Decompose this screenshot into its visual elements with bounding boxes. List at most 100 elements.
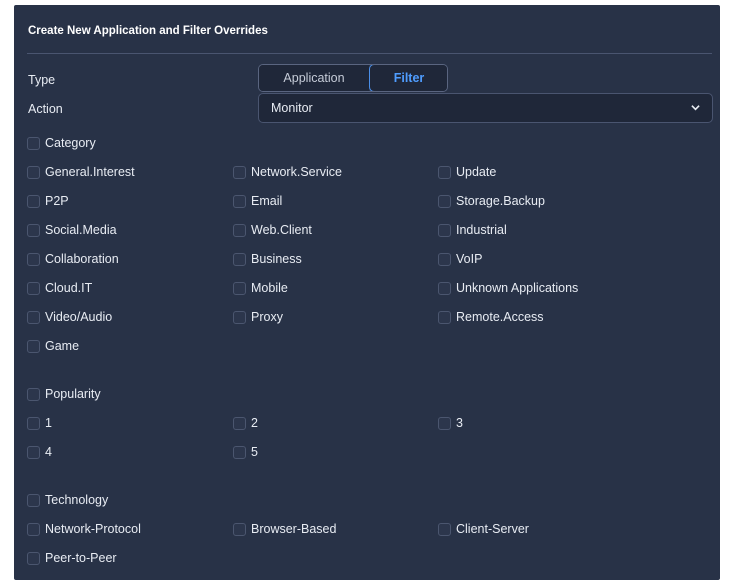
popularity-checkbox[interactable]: Popularity: [27, 387, 101, 401]
category-header-label: Category: [45, 136, 96, 150]
technology-item[interactable]: Peer-to-Peer: [27, 551, 117, 565]
type-option-filter[interactable]: Filter: [369, 65, 447, 91]
category-item-label: Collaboration: [45, 252, 119, 266]
category-item[interactable]: Unknown Applications: [438, 281, 578, 295]
popularity-item-label: 1: [45, 416, 52, 430]
checkbox-box: [438, 165, 451, 179]
technology-item-label: Peer-to-Peer: [45, 551, 117, 565]
technology-item-label: Network-Protocol: [45, 522, 141, 536]
category-item-label: Cloud.IT: [45, 281, 93, 295]
category-item-label: Remote.Access: [456, 310, 544, 324]
checkbox-box: [233, 522, 246, 536]
popularity-item-label: 5: [251, 445, 258, 459]
chevron-down-icon: [691, 105, 700, 111]
category-item-label: Network.Service: [251, 165, 342, 179]
checkbox-box: [438, 522, 451, 536]
category-item[interactable]: Mobile: [233, 281, 288, 295]
checkbox-box: [27, 223, 40, 237]
checkbox-box: [27, 493, 40, 507]
checkbox-box: [438, 223, 451, 237]
category-item[interactable]: Network.Service: [233, 165, 342, 179]
category-item-label: VoIP: [456, 252, 483, 266]
category-item-label: Unknown Applications: [456, 281, 579, 295]
category-item[interactable]: Update: [438, 165, 496, 179]
checkbox-box: [27, 522, 40, 536]
type-label: Type: [28, 73, 56, 87]
category-item-label: Mobile: [251, 281, 288, 295]
technology-item-label: Browser-Based: [251, 522, 337, 536]
category-item[interactable]: Game: [27, 339, 79, 353]
category-item[interactable]: Web.Client: [233, 223, 312, 237]
category-item-label: Web.Client: [251, 223, 312, 237]
popularity-item[interactable]: 5: [233, 445, 258, 459]
checkbox-box: [27, 194, 40, 208]
checkbox-box: [438, 310, 451, 324]
checkbox-box: [27, 165, 40, 179]
category-item-label: P2P: [45, 194, 69, 208]
technology-item[interactable]: Browser-Based: [233, 522, 336, 536]
category-item[interactable]: Cloud.IT: [27, 281, 92, 295]
checkbox-box: [27, 445, 40, 459]
action-label: Action: [28, 102, 63, 116]
category-item[interactable]: Email: [233, 194, 282, 208]
checkbox-box: [27, 281, 40, 295]
checkbox-box: [233, 194, 246, 208]
category-item-label: Game: [45, 339, 80, 353]
checkbox-box: [233, 165, 246, 179]
checkbox-box: [233, 281, 246, 295]
title-divider: [27, 53, 712, 54]
category-item[interactable]: Video/Audio: [27, 310, 112, 324]
category-item[interactable]: Business: [233, 252, 302, 266]
popularity-item[interactable]: 3: [438, 416, 463, 430]
popularity-item[interactable]: 2: [233, 416, 258, 430]
category-item-label: Proxy: [251, 310, 283, 324]
category-item[interactable]: Storage.Backup: [438, 194, 545, 208]
category-item[interactable]: Proxy: [233, 310, 283, 324]
technology-item[interactable]: Client-Server: [438, 522, 529, 536]
checkbox-box: [233, 310, 246, 324]
popularity-item[interactable]: 1: [27, 416, 52, 430]
action-select-value: Monitor: [271, 101, 313, 115]
popularity-item-label: 3: [456, 416, 463, 430]
category-item-label: Industrial: [456, 223, 507, 237]
checkbox-box: [438, 252, 451, 266]
category-item[interactable]: Collaboration: [27, 252, 119, 266]
technology-checkbox[interactable]: Technology: [27, 493, 108, 507]
category-item[interactable]: Remote.Access: [438, 310, 544, 324]
checkbox-box: [438, 194, 451, 208]
overrides-panel: Create New Application and Filter Overri…: [14, 5, 720, 580]
type-option-application[interactable]: Application: [259, 65, 369, 91]
category-item[interactable]: VoIP: [438, 252, 482, 266]
category-item-label: Video/Audio: [45, 310, 113, 324]
category-item-label: Social.Media: [45, 223, 117, 237]
checkbox-box: [27, 339, 40, 353]
checkbox-box: [27, 252, 40, 266]
category-item[interactable]: General.Interest: [27, 165, 135, 179]
checkbox-box: [27, 387, 40, 401]
checkbox-box: [438, 416, 451, 430]
category-item-label: Email: [251, 194, 283, 208]
checkbox-box: [233, 252, 246, 266]
popularity-header-label: Popularity: [45, 387, 101, 401]
action-select[interactable]: Monitor: [258, 93, 713, 123]
popularity-item-label: 2: [251, 416, 258, 430]
technology-item-label: Client-Server: [456, 522, 529, 536]
popularity-item[interactable]: 4: [27, 445, 52, 459]
technology-header-label: Technology: [45, 493, 109, 507]
panel-title: Create New Application and Filter Overri…: [28, 25, 268, 37]
category-item[interactable]: P2P: [27, 194, 69, 208]
checkbox-box: [233, 445, 246, 459]
category-item-label: Storage.Backup: [456, 194, 545, 208]
category-checkbox[interactable]: Category: [27, 136, 96, 150]
category-item[interactable]: Industrial: [438, 223, 507, 237]
checkbox-box: [438, 281, 451, 295]
category-item-label: Update: [456, 165, 497, 179]
type-segmented-control: Application Filter: [258, 64, 448, 92]
category-item[interactable]: Social.Media: [27, 223, 117, 237]
category-item-label: Business: [251, 252, 302, 266]
checkbox-box: [233, 223, 246, 237]
technology-item[interactable]: Network-Protocol: [27, 522, 141, 536]
popularity-item-label: 4: [45, 445, 52, 459]
category-item-label: General.Interest: [45, 165, 135, 179]
checkbox-box: [27, 310, 40, 324]
